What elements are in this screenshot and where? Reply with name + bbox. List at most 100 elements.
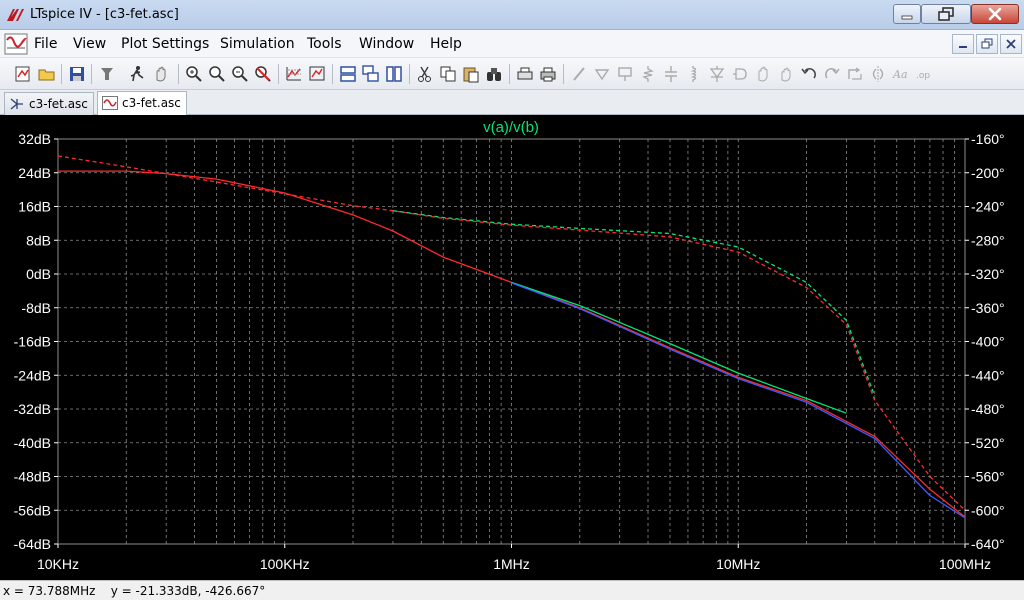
menu-plot-settings[interactable]: Plot Settings bbox=[121, 36, 209, 52]
tab-schematic[interactable]: c3-fet.asc bbox=[4, 92, 94, 115]
y-right-tick-label: -600° bbox=[971, 502, 1005, 518]
control-panel-icon[interactable] bbox=[98, 65, 116, 83]
autorange-icon[interactable] bbox=[285, 65, 303, 83]
y-right-tick-label: -440° bbox=[971, 367, 1005, 383]
run-icon[interactable] bbox=[128, 65, 146, 83]
y-right-tick-label: -200° bbox=[971, 165, 1005, 181]
toolbar-separator bbox=[278, 64, 279, 84]
y-left-tick-label: 16dB bbox=[18, 199, 51, 215]
y-right-tick-label: -360° bbox=[971, 300, 1005, 316]
component-icon[interactable] bbox=[731, 65, 749, 83]
minimize-button[interactable] bbox=[893, 4, 921, 24]
y-left-tick-label: -64dB bbox=[14, 536, 51, 552]
close-button[interactable] bbox=[971, 4, 1019, 24]
diode-icon[interactable] bbox=[708, 65, 726, 83]
drag-icon[interactable] bbox=[777, 65, 795, 83]
title-bar: LTspice IV - [c3-fet.asc] bbox=[0, 0, 1024, 30]
y-right-tick-label: -520° bbox=[971, 435, 1005, 451]
minimize-icon bbox=[959, 46, 967, 48]
toolbar-separator bbox=[178, 64, 179, 84]
tab-label: c3-fet.asc bbox=[122, 96, 181, 110]
waveform-window-icon[interactable] bbox=[4, 32, 28, 56]
trace-title[interactable]: v(a)/v(b) bbox=[483, 119, 539, 136]
menu-tools[interactable]: Tools bbox=[307, 36, 342, 52]
redo-icon[interactable] bbox=[823, 65, 841, 83]
y-left-tick-label: -8dB bbox=[21, 300, 51, 316]
y-right-tick-label: -480° bbox=[971, 401, 1005, 417]
y-left-tick-label: 24dB bbox=[18, 165, 51, 181]
cut-icon[interactable] bbox=[416, 65, 434, 83]
y-right-tick-label: -280° bbox=[971, 232, 1005, 248]
toolbar-separator bbox=[91, 64, 92, 84]
bode-plot[interactable]: 32dB 24dB 16dB 8dB 0dB -8dB -16dB -24dB -32dB -40… bbox=[0, 115, 1024, 580]
waveform-plot[interactable]: 32dB 24dB 16dB 8dB 0dB -8dB -16dB -24dB -32dB -40… bbox=[0, 115, 1024, 580]
mdi-minimize-button[interactable] bbox=[952, 34, 974, 54]
tile-vertical-icon[interactable] bbox=[385, 65, 403, 83]
x-tick-label: 1MHz bbox=[493, 556, 530, 572]
zoom-cancel-icon[interactable] bbox=[254, 65, 272, 83]
text-icon[interactable]: Aa bbox=[892, 65, 910, 83]
mdi-restore-button[interactable] bbox=[976, 34, 998, 54]
spice-directive-icon[interactable]: .op bbox=[915, 65, 933, 83]
resistor-icon[interactable] bbox=[639, 65, 657, 83]
restore-icon bbox=[981, 38, 993, 49]
print-icon[interactable] bbox=[539, 65, 557, 83]
toolbar-separator bbox=[509, 64, 510, 84]
menu-view[interactable]: View bbox=[73, 36, 106, 52]
status-bar: x = 73.788MHz y = -21.333dB, -426.667° bbox=[0, 580, 1024, 600]
document-tab-bar: c3-fet.asc c3-fet.asc bbox=[0, 90, 1024, 116]
find-icon[interactable] bbox=[485, 65, 503, 83]
rotate-icon[interactable] bbox=[846, 65, 864, 83]
x-tick-label: 100KHz bbox=[260, 556, 310, 572]
halt-icon[interactable] bbox=[152, 65, 170, 83]
mirror-icon[interactable] bbox=[869, 65, 887, 83]
mdi-close-button[interactable] bbox=[1000, 34, 1022, 54]
waveform-icon bbox=[102, 96, 118, 110]
print-preview-icon[interactable] bbox=[516, 65, 534, 83]
y-right-tick-label: -320° bbox=[971, 266, 1005, 282]
cascade-icon[interactable] bbox=[362, 65, 380, 83]
maximize-icon bbox=[938, 7, 954, 21]
x-tick-label: 100MHz bbox=[939, 556, 991, 572]
inductor-icon[interactable] bbox=[685, 65, 703, 83]
zoom-area-icon[interactable] bbox=[208, 65, 226, 83]
y-left-tick-label: -32dB bbox=[14, 401, 51, 417]
y-left-tick-label: 8dB bbox=[26, 232, 51, 248]
phase-trace-4[interactable] bbox=[392, 210, 876, 397]
y-right-tick-label: -240° bbox=[971, 199, 1005, 215]
ground-icon[interactable] bbox=[593, 65, 611, 83]
capacitor-icon[interactable] bbox=[662, 65, 680, 83]
y-left-tick-label: 32dB bbox=[18, 131, 51, 147]
menu-simulation[interactable]: Simulation bbox=[220, 36, 295, 52]
open-icon[interactable] bbox=[38, 65, 56, 83]
menu-help[interactable]: Help bbox=[430, 36, 462, 52]
paste-icon[interactable] bbox=[462, 65, 480, 83]
zoom-in-icon[interactable] bbox=[185, 65, 203, 83]
save-icon[interactable] bbox=[68, 65, 86, 83]
wire-icon[interactable] bbox=[570, 65, 588, 83]
toolbar-separator bbox=[332, 64, 333, 84]
close-icon bbox=[1006, 39, 1016, 49]
undo-icon[interactable] bbox=[800, 65, 818, 83]
zoom-full-icon[interactable] bbox=[308, 65, 326, 83]
tab-label: c3-fet.asc bbox=[29, 97, 88, 111]
x-tick-label: 10KHz bbox=[37, 556, 79, 572]
y-right-tick-label: -160° bbox=[971, 131, 1005, 147]
y-left-tick-label: -16dB bbox=[14, 334, 51, 350]
menu-bar: File View Plot Settings Simulation Tools… bbox=[0, 30, 1024, 58]
copy-icon[interactable] bbox=[439, 65, 457, 83]
svg-text:.op: .op bbox=[916, 71, 930, 81]
toolbar: Aa .op bbox=[0, 58, 1024, 90]
tile-horizontal-icon[interactable] bbox=[339, 65, 357, 83]
maximize-button[interactable] bbox=[921, 4, 971, 24]
move-icon[interactable] bbox=[754, 65, 772, 83]
tab-waveform[interactable]: c3-fet.asc bbox=[97, 91, 187, 116]
new-schematic-icon[interactable] bbox=[14, 65, 32, 83]
y-right-tick-label: -400° bbox=[971, 334, 1005, 350]
menu-window[interactable]: Window bbox=[359, 36, 414, 52]
cursor-readout: x = 73.788MHz y = -21.333dB, -426.667° bbox=[3, 584, 266, 598]
zoom-out-icon[interactable] bbox=[231, 65, 249, 83]
label-icon[interactable] bbox=[616, 65, 634, 83]
toolbar-separator bbox=[563, 64, 564, 84]
menu-file[interactable]: File bbox=[34, 36, 57, 52]
